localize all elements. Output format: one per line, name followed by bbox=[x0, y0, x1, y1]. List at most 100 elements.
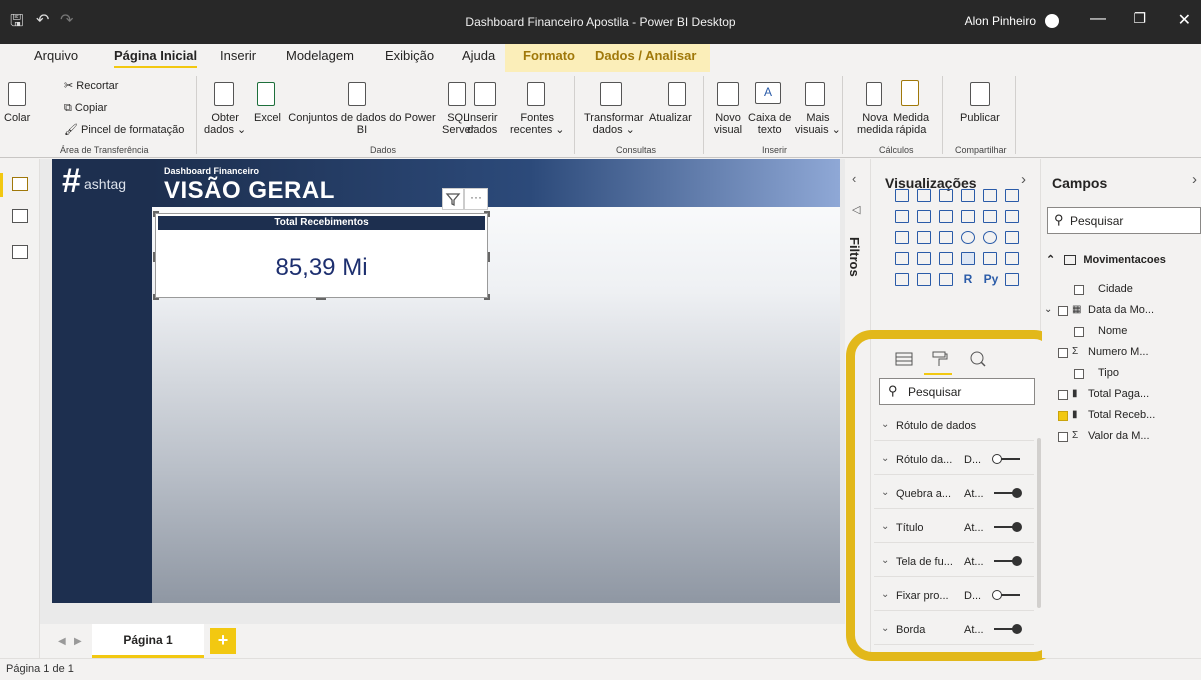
more-options-button[interactable]: ··· bbox=[464, 188, 488, 210]
matrix-icon[interactable] bbox=[939, 273, 953, 286]
data-view-icon[interactable] bbox=[12, 209, 28, 223]
area-chart-icon[interactable] bbox=[917, 210, 931, 223]
filters-label[interactable]: Filtros bbox=[847, 237, 862, 277]
field-checkbox[interactable] bbox=[1058, 348, 1068, 358]
python-visual-icon[interactable]: Py bbox=[981, 273, 1001, 286]
chevron-right-icon[interactable]: › bbox=[1192, 171, 1197, 188]
restore-button[interactable]: ❐ bbox=[1133, 10, 1146, 27]
table-icon[interactable] bbox=[917, 273, 931, 286]
field-checkbox[interactable] bbox=[1058, 432, 1068, 442]
card-icon[interactable] bbox=[961, 252, 975, 265]
tab-formato[interactable]: Formato bbox=[523, 48, 575, 63]
filter-icon[interactable] bbox=[442, 188, 464, 210]
pie-chart-icon[interactable] bbox=[961, 231, 975, 244]
line-chart-icon[interactable] bbox=[895, 210, 909, 223]
100-column-icon[interactable] bbox=[1005, 189, 1019, 202]
format-painter-label: Pincel de formatação bbox=[81, 124, 185, 136]
resize-handle[interactable] bbox=[153, 211, 155, 217]
tab-ajuda[interactable]: Ajuda bbox=[462, 48, 495, 63]
active-view-indicator bbox=[0, 173, 3, 197]
funnel-icon[interactable] bbox=[917, 231, 931, 244]
model-view-icon[interactable] bbox=[12, 245, 28, 259]
add-page-button[interactable]: + bbox=[210, 628, 236, 654]
new-measure-button[interactable]: Nova medida bbox=[857, 112, 893, 136]
field-checkbox[interactable] bbox=[1074, 285, 1084, 295]
waterfall-icon[interactable] bbox=[895, 231, 909, 244]
table-movimentacoes[interactable]: ⌃ Movimentacoes bbox=[1046, 253, 1166, 266]
datasets-button[interactable]: Conjuntos de dados do Power BI bbox=[286, 112, 438, 136]
stacked-bar-icon[interactable] bbox=[895, 189, 909, 202]
publish-button[interactable]: Publicar bbox=[960, 112, 1000, 124]
resize-handle[interactable] bbox=[153, 294, 155, 300]
tab-exibicao[interactable]: Exibição bbox=[385, 48, 434, 63]
excel-button[interactable]: Excel bbox=[254, 112, 281, 124]
100-bar-icon[interactable] bbox=[983, 189, 997, 202]
clustered-column-icon[interactable] bbox=[961, 189, 975, 202]
key-influencers-icon[interactable] bbox=[1005, 273, 1019, 286]
field-checkbox[interactable] bbox=[1074, 327, 1084, 337]
chevron-right-icon[interactable]: › bbox=[1021, 171, 1026, 188]
get-data-button[interactable]: Obter dados ⌄ bbox=[204, 112, 246, 136]
user-name[interactable]: Alon Pinheiro bbox=[965, 14, 1036, 28]
prev-page-icon[interactable]: ◀ bbox=[58, 636, 66, 647]
search-icon: ⚲ bbox=[1054, 212, 1064, 227]
line-column-icon[interactable] bbox=[961, 210, 975, 223]
format-painter-button[interactable]: 🖌 Pincel de formatação bbox=[64, 124, 184, 136]
ribbon-chart-icon[interactable] bbox=[1005, 210, 1019, 223]
slicer-icon[interactable] bbox=[895, 273, 909, 286]
resize-handle[interactable] bbox=[488, 252, 490, 262]
field-checkbox[interactable] bbox=[1058, 306, 1068, 316]
donut-chart-icon[interactable] bbox=[983, 231, 997, 244]
refresh-button[interactable]: Atualizar bbox=[649, 112, 692, 124]
filled-map-icon[interactable] bbox=[917, 252, 931, 265]
clustered-bar-icon[interactable] bbox=[939, 189, 953, 202]
chevron-up-icon[interactable]: ⌃ bbox=[1046, 254, 1055, 266]
scatter-icon[interactable] bbox=[939, 231, 953, 244]
chevron-down-icon[interactable]: ⌄ bbox=[1044, 304, 1052, 315]
enter-data-button[interactable]: Inserir dados bbox=[467, 112, 498, 136]
map-icon[interactable] bbox=[895, 252, 909, 265]
resize-handle[interactable] bbox=[488, 211, 490, 217]
avatar[interactable] bbox=[1045, 14, 1059, 28]
multi-row-card-icon[interactable] bbox=[983, 252, 997, 265]
tab-pagina-inicial[interactable]: Página Inicial bbox=[114, 48, 198, 68]
paste-button[interactable]: Colar bbox=[4, 112, 30, 124]
copy-button[interactable]: ⧉ Copiar bbox=[64, 102, 107, 114]
resize-handle[interactable] bbox=[316, 298, 326, 300]
transform-label: Transformar bbox=[584, 112, 644, 124]
field-checkbox[interactable] bbox=[1058, 411, 1068, 421]
next-page-icon[interactable]: ▶ bbox=[74, 636, 82, 647]
resize-handle[interactable] bbox=[488, 294, 490, 300]
separator bbox=[842, 76, 843, 154]
treemap-icon[interactable] bbox=[1005, 231, 1019, 244]
stacked-area-icon[interactable] bbox=[939, 210, 953, 223]
more-visuals-button[interactable]: Mais visuais ⌄ bbox=[795, 112, 841, 136]
tab-dados-analisar[interactable]: Dados / Analisar bbox=[595, 48, 696, 63]
new-visual-button[interactable]: Novo visual bbox=[714, 112, 742, 136]
tab-arquivo[interactable]: Arquivo bbox=[34, 48, 78, 63]
resize-handle[interactable] bbox=[153, 252, 155, 262]
gauge-icon[interactable] bbox=[939, 252, 953, 265]
minimize-button[interactable]: — bbox=[1090, 10, 1106, 28]
datasets-icon bbox=[348, 82, 366, 106]
field-checkbox[interactable] bbox=[1058, 390, 1068, 400]
stacked-column-icon[interactable] bbox=[917, 189, 931, 202]
tab-inserir[interactable]: Inserir bbox=[220, 48, 256, 63]
close-button[interactable]: ✕ bbox=[1178, 10, 1191, 30]
field-checkbox[interactable] bbox=[1074, 369, 1084, 379]
tab-modelagem[interactable]: Modelagem bbox=[286, 48, 354, 63]
page-tab-1[interactable]: Página 1 bbox=[92, 624, 204, 658]
r-visual-icon[interactable]: R bbox=[961, 273, 975, 286]
chevron-left-icon[interactable]: ‹ bbox=[852, 171, 856, 186]
transform-data-button[interactable]: Transformar dados ⌄ bbox=[584, 112, 644, 136]
fields-search-input[interactable]: ⚲ Pesquisar bbox=[1047, 207, 1201, 234]
card-visual[interactable]: Total Recebimentos 85,39 Mi bbox=[155, 213, 488, 298]
report-view-icon[interactable] bbox=[12, 177, 28, 191]
text-box-button[interactable]: Caixa de texto bbox=[748, 112, 791, 136]
collapse-icon[interactable]: ◁ bbox=[852, 203, 860, 216]
cut-button[interactable]: ✂ Recortar bbox=[64, 80, 118, 92]
kpi-icon[interactable] bbox=[1005, 252, 1019, 265]
recent-sources-button[interactable]: Fontes recentes ⌄ bbox=[510, 112, 564, 136]
quick-measure-button[interactable]: Medida rápida bbox=[893, 112, 929, 136]
line-clustered-icon[interactable] bbox=[983, 210, 997, 223]
